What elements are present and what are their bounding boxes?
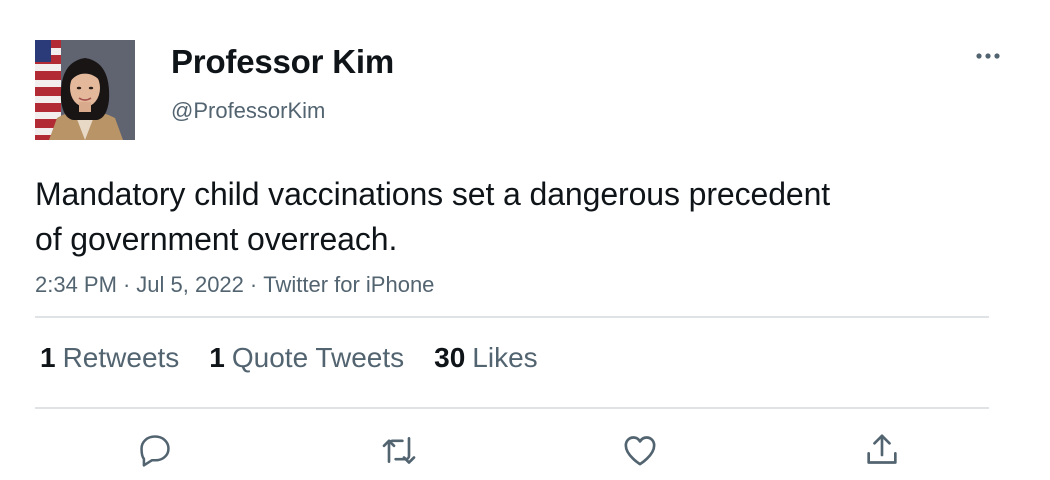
like-icon[interactable] [620, 430, 660, 470]
tweet-meta: 2:34 PM · Jul 5, 2022 · Twitter for iPhone [35, 272, 434, 298]
tweet-text-line: of government overreach. [35, 221, 398, 257]
likes-count: 30 [434, 342, 466, 373]
retweets-stat[interactable]: 1 Retweets [40, 342, 179, 374]
more-options-icon[interactable] [970, 44, 1006, 68]
divider [35, 316, 989, 318]
quote-tweets-count: 1 [209, 342, 225, 373]
tweet-text-line: Mandatory child vaccinations set a dange… [35, 176, 831, 212]
tweet-time[interactable]: 2:34 PM [35, 272, 117, 297]
quote-tweets-label: Quote Tweets [231, 342, 405, 373]
share-icon[interactable] [862, 430, 902, 470]
tweet-date[interactable]: Jul 5, 2022 [136, 272, 244, 297]
author-name[interactable]: Professor Kim [171, 43, 394, 81]
tweet-text: Mandatory child vaccinations set a dange… [35, 172, 995, 262]
divider [35, 407, 989, 409]
reply-icon[interactable] [135, 430, 175, 470]
meta-separator: · [122, 272, 131, 297]
retweets-count: 1 [40, 342, 56, 373]
avatar[interactable] [35, 40, 135, 140]
retweets-label: Retweets [62, 342, 180, 373]
likes-label: Likes [472, 342, 538, 373]
retweet-icon[interactable] [379, 430, 419, 470]
meta-separator: · [249, 272, 258, 297]
quote-tweets-stat[interactable]: 1 Quote Tweets [209, 342, 404, 374]
author-handle[interactable]: @ProfessorKim [171, 98, 325, 124]
tweet-stats: 1 Retweets 1 Quote Tweets 30 Likes [40, 342, 568, 374]
profile-photo-icon [35, 40, 135, 140]
tweet-source[interactable]: Twitter for iPhone [263, 272, 434, 297]
likes-stat[interactable]: 30 Likes [434, 342, 538, 374]
